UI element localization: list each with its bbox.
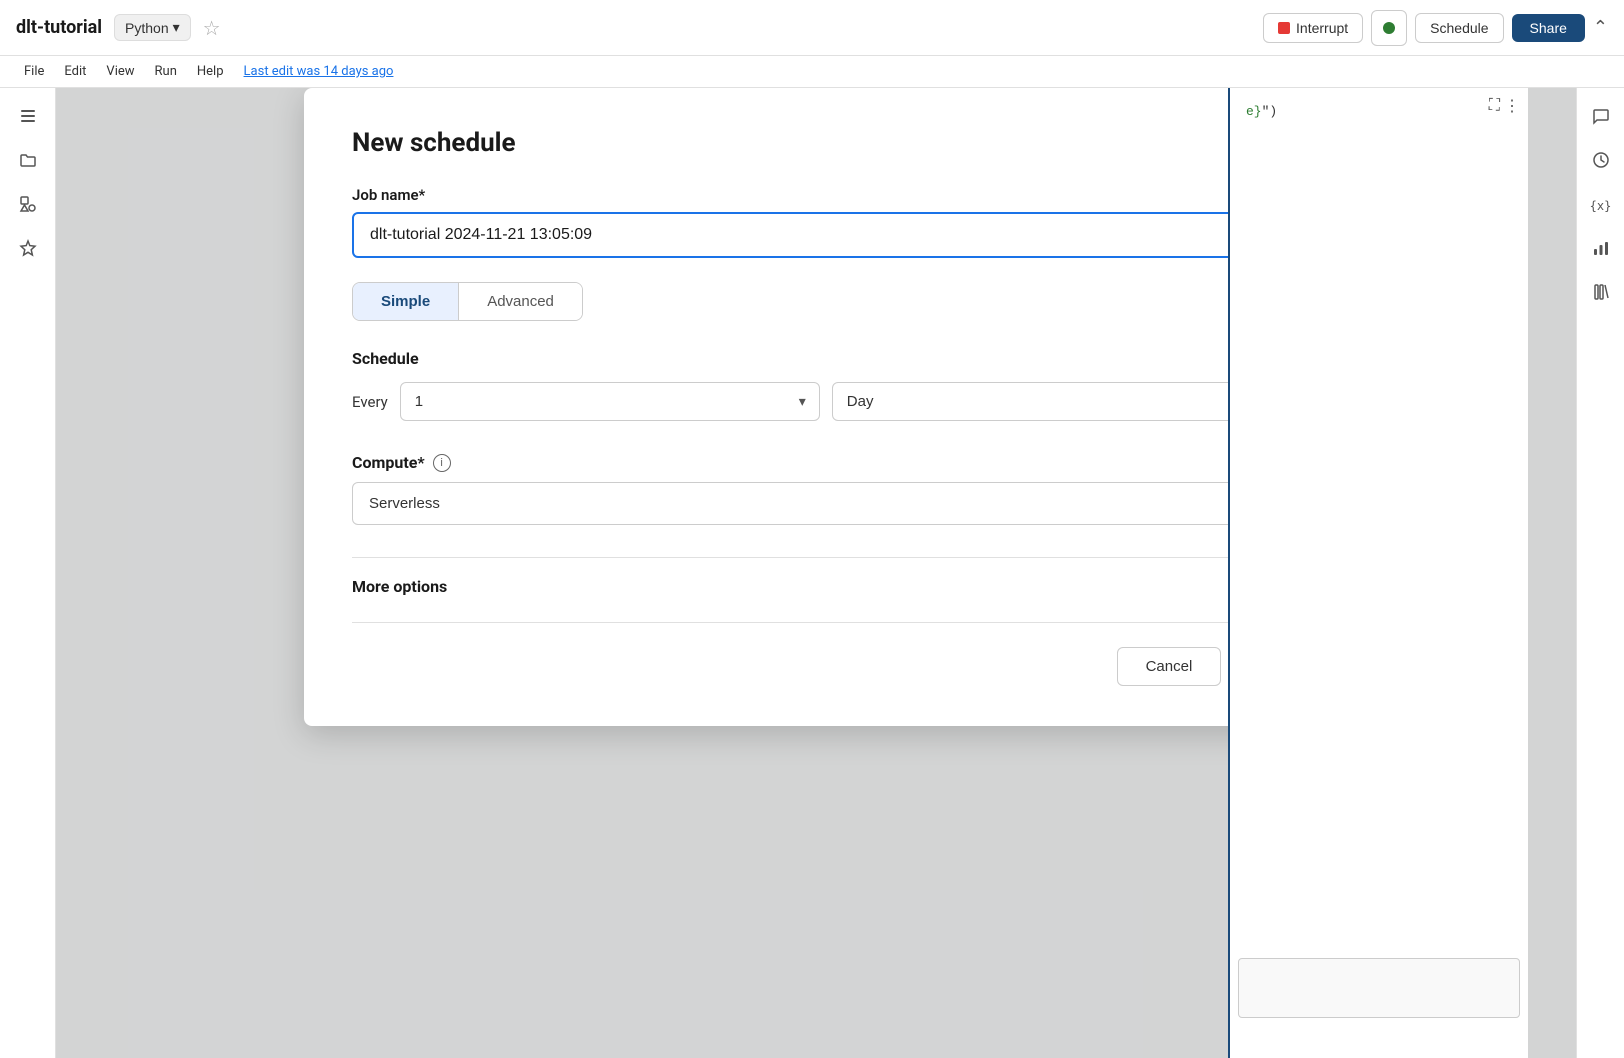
status-dot-button[interactable]	[1371, 10, 1407, 46]
schedule-number-select[interactable]: 1 2 3 4 5	[400, 382, 820, 421]
comment-icon	[1591, 106, 1611, 130]
number-select-wrapper: 1 2 3 4 5	[400, 382, 820, 421]
compute-label-row: Compute* i	[352, 453, 1336, 472]
sidebar-item-list[interactable]	[10, 100, 46, 136]
period-select-wrapper: Day Hour Week Month	[832, 382, 1272, 421]
sidebar-right-library[interactable]	[1583, 276, 1619, 312]
code-green-text: e}	[1246, 104, 1262, 119]
right-sidebar: {x}	[1576, 88, 1624, 1058]
language-selector[interactable]: Python ▾	[114, 14, 191, 41]
left-sidebar	[0, 88, 56, 1058]
compute-info-icon[interactable]: i	[433, 454, 451, 472]
sidebar-right-comment[interactable]	[1583, 100, 1619, 136]
modal-footer: Cancel Create	[352, 622, 1336, 686]
menu-help[interactable]: Help	[189, 60, 232, 83]
more-button[interactable]: ⋮	[1504, 96, 1520, 116]
menu-file[interactable]: File	[16, 60, 52, 83]
interrupt-label: Interrupt	[1296, 20, 1348, 36]
history-icon	[1591, 150, 1611, 174]
more-options-row[interactable]: More options ⌄	[352, 557, 1336, 614]
topbar-right: Interrupt Schedule Share ⌃	[1263, 10, 1608, 46]
last-edit-label: Last edit was 14 days ago	[244, 64, 394, 79]
menu-run[interactable]: Run	[147, 60, 185, 83]
library-icon	[1591, 282, 1611, 306]
chart-icon	[1591, 238, 1611, 262]
cancel-button[interactable]: Cancel	[1117, 647, 1222, 686]
interrupt-button[interactable]: Interrupt	[1263, 13, 1363, 43]
info-glyph: i	[440, 456, 443, 469]
sidebar-item-folder[interactable]	[10, 144, 46, 180]
status-indicator	[1383, 22, 1395, 34]
menu-edit[interactable]: Edit	[56, 60, 94, 83]
menu-view[interactable]: View	[98, 60, 142, 83]
sidebar-item-shapes[interactable]	[10, 188, 46, 224]
code-quote: ")	[1262, 104, 1278, 119]
star-button[interactable]: ☆	[203, 16, 221, 40]
tab-simple[interactable]: Simple	[353, 283, 459, 320]
sidebar-right-variable[interactable]: {x}	[1583, 188, 1619, 224]
menubar: File Edit View Run Help Last edit was 14…	[0, 56, 1624, 88]
schedule-period-select[interactable]: Day Hour Week Month	[832, 382, 1272, 421]
job-name-label: Job name*	[352, 186, 1336, 204]
topbar: dlt-tutorial Python ▾ ☆ Interrupt Schedu…	[0, 0, 1624, 56]
output-area	[1238, 958, 1520, 1018]
center-content: New schedule Job name* Simple Advanced S…	[56, 88, 1576, 1058]
share-button[interactable]: Share	[1512, 14, 1585, 42]
expand-button[interactable]: ⛶	[1489, 96, 1500, 116]
folder-icon	[18, 150, 38, 175]
compute-select-wrapper: Serverless Standard Enhanced	[352, 482, 1336, 525]
code-panel: e}") ⛶ ⋮	[1228, 88, 1528, 1058]
code-panel-actions: ⛶ ⋮	[1489, 96, 1520, 116]
compute-select[interactable]: Serverless Standard Enhanced	[352, 482, 1336, 525]
star-icon	[18, 238, 38, 263]
shapes-icon	[18, 194, 38, 219]
tab-advanced[interactable]: Advanced	[459, 283, 582, 320]
sidebar-right-history[interactable]	[1583, 144, 1619, 180]
compute-label: Compute*	[352, 453, 425, 472]
schedule-section-label: Schedule	[352, 349, 1336, 368]
schedule-button[interactable]: Schedule	[1415, 13, 1503, 43]
job-name-input[interactable]	[352, 212, 1336, 258]
tab-switcher: Simple Advanced	[352, 282, 583, 321]
new-schedule-modal: New schedule Job name* Simple Advanced S…	[304, 88, 1384, 726]
app-title: dlt-tutorial	[16, 17, 102, 38]
language-label: Python	[125, 20, 169, 36]
code-panel-content: e}")	[1230, 88, 1528, 135]
sidebar-item-star[interactable]	[10, 232, 46, 268]
main-layout: New schedule Job name* Simple Advanced S…	[0, 88, 1624, 1058]
list-icon	[18, 106, 38, 131]
collapse-button[interactable]: ⌃	[1593, 17, 1608, 38]
interrupt-icon	[1278, 22, 1290, 34]
every-label: Every	[352, 393, 388, 411]
more-options-label: More options	[352, 577, 447, 596]
variable-icon: {x}	[1590, 199, 1612, 213]
sidebar-right-chart[interactable]	[1583, 232, 1619, 268]
modal-title: New schedule	[352, 128, 1336, 158]
language-chevron: ▾	[173, 19, 180, 36]
schedule-row: Every 1 2 3 4 5 Day Hour	[352, 382, 1336, 421]
modal-overlay: New schedule Job name* Simple Advanced S…	[56, 88, 1576, 1058]
